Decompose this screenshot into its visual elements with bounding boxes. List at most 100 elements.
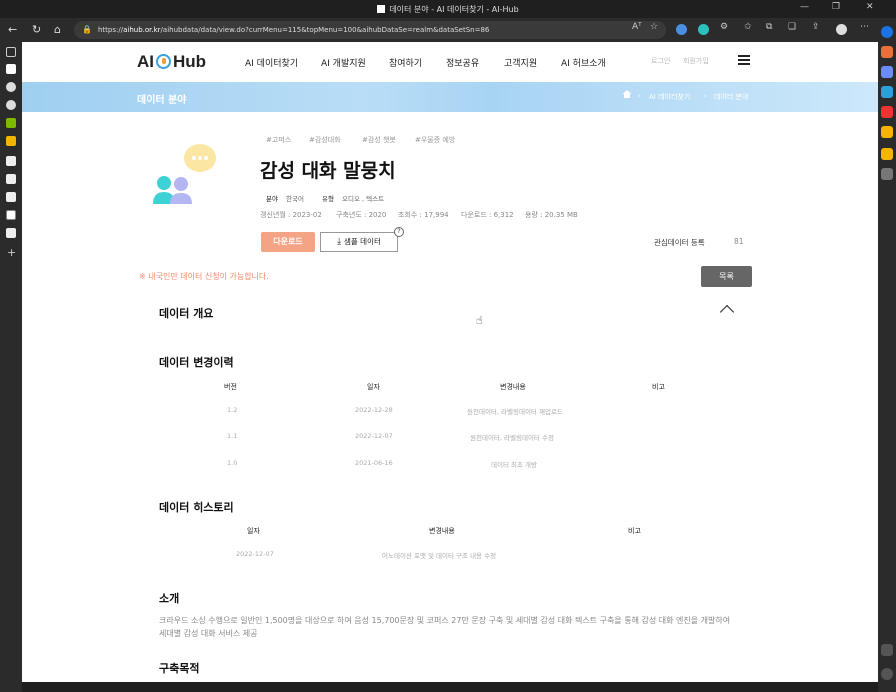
app-icon[interactable] <box>881 148 893 160</box>
collapse-chevron-icon[interactable] <box>719 304 735 320</box>
stat-size: 용량 : 20.35 MB <box>525 211 578 219</box>
tab-actions-icon[interactable] <box>6 47 16 57</box>
dataset-illustration-icon <box>153 144 216 204</box>
home-icon[interactable] <box>622 89 632 99</box>
type-label: 유형 <box>322 195 334 203</box>
favorite-register-link[interactable]: 관심데이터 등록 <box>654 237 705 248</box>
refresh-icon[interactable]: ↻ <box>32 23 41 36</box>
hamburger-menu-icon[interactable] <box>738 55 750 65</box>
table-cell: 원천데이터, 라벨링데이터 재업로드 <box>467 408 563 416</box>
github-tab-icon[interactable] <box>6 82 16 92</box>
split-screen-icon[interactable]: ⧉ <box>766 22 772 32</box>
download-arrow-icon: ⤓ <box>337 237 344 247</box>
favorite-count: 81 <box>734 237 744 246</box>
page-tab-icon[interactable] <box>6 174 16 184</box>
app-tab-icon[interactable] <box>6 136 16 146</box>
minimize-icon[interactable]: — <box>800 2 809 12</box>
youtube-icon[interactable] <box>881 106 893 118</box>
section-banner: 데이터 분야 › AI 데이터찾기 › 데이터 분야 <box>22 82 878 112</box>
address-toolbar: ← ↻ ⌂ 🔒 https://aihub.or.kr/aihubdata/da… <box>0 18 896 42</box>
col-date: 일자 <box>367 383 380 391</box>
breadcrumb-sep-icon: › <box>704 92 707 100</box>
col-change: 변경내용 <box>429 527 455 535</box>
nav-info-share[interactable]: 정보공유 <box>446 56 479 69</box>
breadcrumb-data-field[interactable]: 데이터 분야 <box>714 92 748 102</box>
extension-circle-icon[interactable] <box>698 24 709 35</box>
collections-icon[interactable]: ❏ <box>788 22 796 32</box>
breadcrumb-ai-data[interactable]: AI 데이터찾기 <box>649 92 690 102</box>
close-window-icon[interactable]: ✕ <box>866 2 874 12</box>
tab-title[interactable]: 데이터 분야 - AI 데이터찾기 - AI-Hub <box>0 4 896 15</box>
github-tab-icon[interactable] <box>6 100 16 110</box>
table-cell: 2022-12-28 <box>355 406 393 414</box>
nav-participate[interactable]: 참여하기 <box>389 56 422 69</box>
col-note: 비고 <box>652 383 665 391</box>
page-tab-icon[interactable] <box>6 192 16 202</box>
col-change: 변경내용 <box>500 383 526 391</box>
url-field[interactable]: 🔒 https://aihub.or.kr/aihubdata/data/vie… <box>74 21 666 39</box>
col-version: 버전 <box>224 383 237 391</box>
overview-heading[interactable]: 데이터 개요 <box>159 305 213 321</box>
share-icon[interactable]: ⇪ <box>812 22 820 32</box>
banner-title: 데이터 분야 <box>137 95 187 106</box>
table-cell: 2021-06-16 <box>355 459 393 467</box>
tag-emotion-chatbot[interactable]: #감성 챗봇 <box>362 135 396 145</box>
read-aloud-icon[interactable]: Aᵀ <box>632 22 642 32</box>
change-history-heading: 데이터 변경이력 <box>159 356 234 369</box>
app-tab-icon[interactable] <box>6 118 16 128</box>
table-cell: 데이터 최초 개방 <box>491 461 537 469</box>
extension-shield-icon[interactable] <box>676 24 687 35</box>
tag-emotion-dialogue[interactable]: #감성대화 <box>309 135 341 145</box>
field-label: 분야 <box>266 195 278 203</box>
tab-icon[interactable] <box>6 64 16 74</box>
new-tab-icon[interactable]: + <box>7 246 16 259</box>
tools-icon[interactable] <box>881 66 893 78</box>
table-cell: 1.0 <box>227 459 238 467</box>
web-page: AI Hub AI 데이터찾기 AI 개발지원 참여하기 정보공유 고객지원 AI… <box>22 42 878 682</box>
lock-icon: 🔒 <box>82 25 92 34</box>
shopping-icon[interactable] <box>881 46 893 58</box>
active-tab-icon[interactable] <box>6 210 16 220</box>
login-link[interactable]: 로그인 <box>651 56 670 66</box>
stat-downloads: 다운로드 : 6,312 <box>461 211 514 219</box>
signup-link[interactable]: 회원가입 <box>683 56 709 66</box>
add-icon[interactable] <box>881 168 893 180</box>
help-icon[interactable]: ? <box>394 227 404 237</box>
nav-ai-dev[interactable]: AI 개발지원 <box>321 56 366 69</box>
favorites-bar-icon[interactable]: ✩ <box>744 22 752 32</box>
nav-support[interactable]: 고객지원 <box>504 56 537 69</box>
profile-avatar-icon[interactable] <box>836 24 847 35</box>
nav-ai-data[interactable]: AI 데이터찾기 <box>245 56 298 69</box>
table-cell: 어노테이션 포맷 및 데이터 구조 내용 수정 <box>382 552 497 560</box>
outlook-icon[interactable] <box>881 86 893 98</box>
table-cell: 2022-12-07 <box>355 432 393 440</box>
table-cell: 2022-12-07 <box>236 550 274 558</box>
nav-about[interactable]: AI 허브소개 <box>561 56 606 69</box>
favorite-star-icon[interactable]: ☆ <box>650 22 658 32</box>
more-menu-icon[interactable]: ⋯ <box>860 22 869 32</box>
settings-gear-icon[interactable] <box>881 668 893 680</box>
page-tab-icon[interactable] <box>6 156 16 166</box>
intro-text: 크라우드 소싱 수행으로 일반인 1,500명을 대상으로 하여 음성 15,7… <box>159 616 731 638</box>
app-icon[interactable] <box>881 126 893 138</box>
aihub-logo[interactable]: AI Hub <box>137 52 206 72</box>
mouse-cursor-icon: ☝ <box>476 314 483 327</box>
back-icon[interactable]: ← <box>8 23 17 36</box>
site-header: AI Hub AI 데이터찾기 AI 개발지원 참여하기 정보공유 고객지원 AI… <box>22 42 878 82</box>
list-button[interactable]: 목록 <box>701 266 752 287</box>
page-tab-icon[interactable] <box>6 228 16 238</box>
maximize-icon[interactable]: ❐ <box>832 2 840 12</box>
edge-sidebar <box>878 18 896 692</box>
table-cell: 1.1 <box>227 432 238 440</box>
favicon-icon <box>377 5 386 13</box>
sidebar-layout-icon[interactable] <box>881 644 893 656</box>
intro-heading: 소개 <box>159 592 180 605</box>
tag-depression[interactable]: #우울증 예방 <box>415 135 455 145</box>
download-button[interactable]: 다운로드 <box>261 232 315 252</box>
home-icon[interactable]: ⌂ <box>54 23 61 36</box>
tag-corpus[interactable]: #고퍼스 <box>266 135 291 145</box>
extensions-icon[interactable]: ⚙ <box>720 22 728 32</box>
sample-data-button[interactable]: ⤓ 샘플 데이터 <box>320 232 398 252</box>
field-value: 한국어 <box>286 195 304 203</box>
bing-icon[interactable] <box>881 26 893 38</box>
